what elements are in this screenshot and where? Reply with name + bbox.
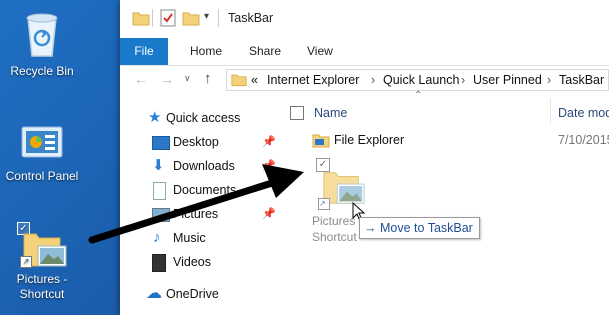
annotation-arrow xyxy=(88,164,304,244)
